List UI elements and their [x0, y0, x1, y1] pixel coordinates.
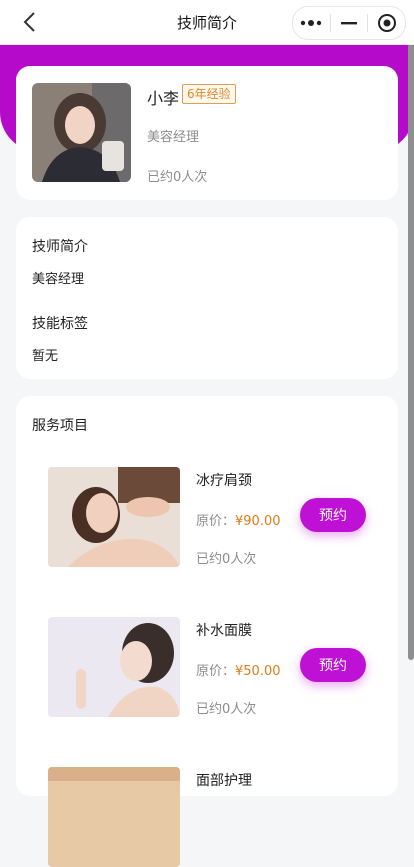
minimize-button[interactable] — [331, 7, 368, 39]
visit-count: 已约0人次 — [147, 170, 208, 185]
price-label: 原价： — [196, 514, 236, 529]
service-price: 原价：¥50.00 — [196, 660, 281, 679]
experience-badge: 6年经验 — [182, 84, 236, 104]
tags-heading: 技能标签 — [32, 316, 88, 332]
facial-care-photo — [48, 767, 180, 867]
close-button[interactable] — [368, 7, 405, 39]
nav-bar: 技师简介 — [0, 0, 414, 45]
services-title: 服务项目 — [32, 418, 88, 434]
intro-card: 技师简介 美容经理 技能标签 暂无 — [16, 217, 398, 379]
more-button[interactable] — [293, 7, 330, 39]
service-name: 补水面膜 — [196, 623, 252, 639]
service-item[interactable]: 补水面膜 原价：¥50.00 已约0人次 预约 — [48, 617, 388, 717]
price-amount: ¥90.00 — [235, 514, 281, 529]
target-close-icon — [377, 14, 396, 32]
technician-photo — [32, 83, 131, 182]
service-price: 原价：¥90.00 — [196, 510, 281, 529]
back-button[interactable] — [18, 10, 40, 34]
chevron-left-icon — [23, 12, 35, 32]
price-amount: ¥50.00 — [235, 664, 281, 679]
facial-mask-photo — [48, 617, 180, 717]
price-label: 原价： — [196, 664, 236, 679]
minimize-icon — [341, 22, 357, 25]
scrollbar[interactable] — [408, 44, 414, 660]
intro-heading: 技师简介 — [32, 239, 88, 255]
book-button[interactable]: 预约 — [300, 648, 366, 682]
page-title: 技师简介 — [176, 13, 237, 32]
service-thumbnail — [48, 467, 180, 567]
profile-card: 小李 6年经验 美容经理 已约0人次 — [16, 66, 398, 200]
book-button[interactable]: 预约 — [300, 498, 366, 532]
services-card: 服务项目 冰疗肩颈 原价：¥90.00 已约0人次 预约 补水面膜 原价：¥50… — [16, 396, 398, 867]
service-booked-count: 已约0人次 — [196, 702, 257, 717]
service-item[interactable]: 面部护理 — [48, 767, 388, 867]
technician-name: 小李 — [147, 89, 180, 108]
tags-value: 暂无 — [32, 349, 59, 364]
service-booked-count: 已约0人次 — [196, 552, 257, 567]
technician-role: 美容经理 — [147, 130, 200, 145]
intro-value: 美容经理 — [32, 272, 85, 287]
service-thumbnail — [48, 617, 180, 717]
service-thumbnail — [48, 767, 180, 867]
service-item[interactable]: 冰疗肩颈 原价：¥90.00 已约0人次 预约 — [48, 467, 388, 567]
capsule-menu — [292, 6, 406, 40]
avatar — [32, 83, 131, 182]
more-dots-icon — [301, 20, 322, 26]
massage-photo — [48, 467, 180, 567]
service-name: 面部护理 — [196, 773, 252, 789]
service-name: 冰疗肩颈 — [196, 473, 252, 489]
